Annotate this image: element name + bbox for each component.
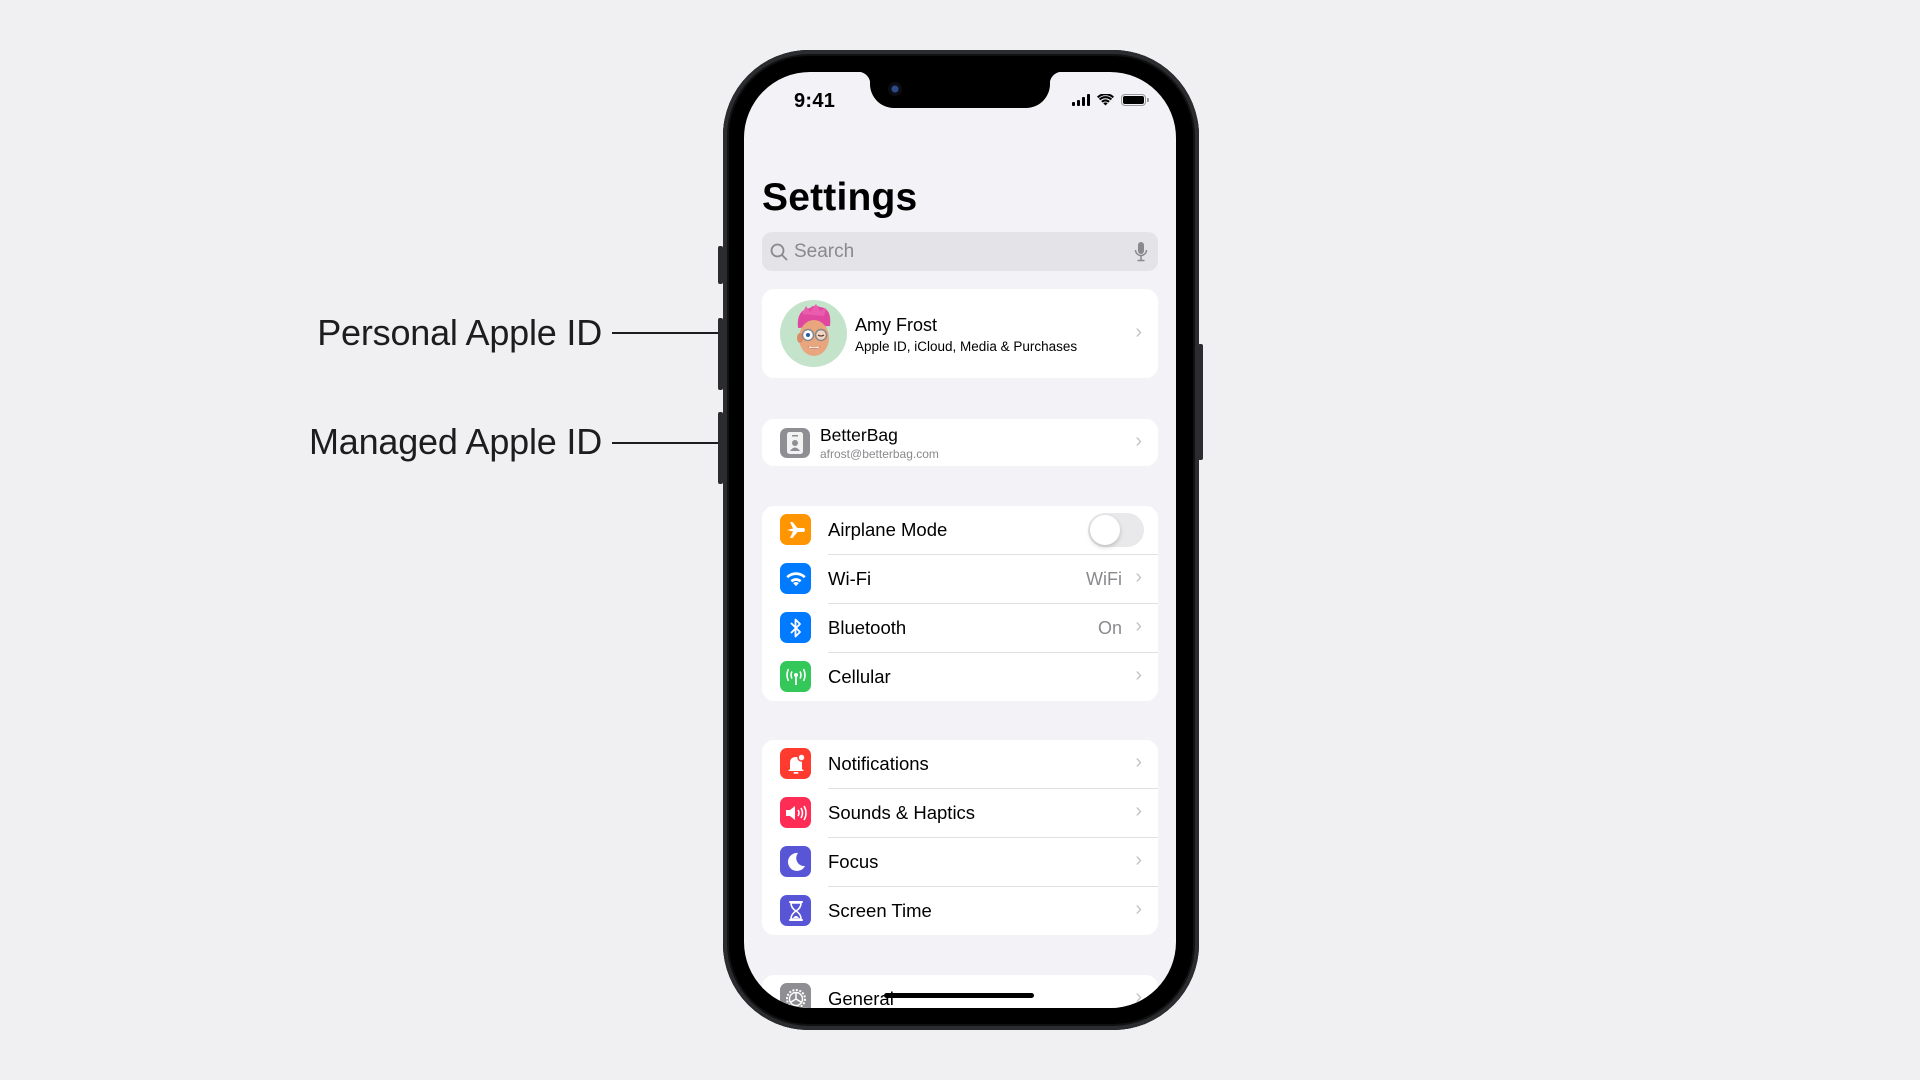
settings-row-wifi[interactable]: Wi-Fi WiFi › — [762, 555, 1158, 604]
microphone-icon[interactable] — [1134, 241, 1148, 262]
settings-row-sounds-haptics[interactable]: Sounds & Haptics › — [762, 789, 1158, 838]
profile-name: Amy Frost — [855, 315, 938, 335]
speaker-icon — [780, 797, 811, 828]
settings-row-airplane-mode[interactable]: Airplane Mode — [762, 506, 1158, 555]
settings-row-cellular[interactable]: Cellular › — [762, 653, 1158, 701]
chevron-right-icon: › — [1135, 664, 1142, 686]
row-label: Notifications — [828, 753, 929, 774]
cellular-antenna-icon — [780, 661, 811, 692]
connectivity-group: Airplane Mode Wi-Fi WiFi › Bluetooth On … — [762, 506, 1158, 701]
wifi-network-value: WiFi — [1086, 569, 1122, 589]
row-label: Screen Time — [828, 900, 932, 921]
settings-row-general[interactable]: General › — [762, 975, 1158, 1008]
settings-row-notifications[interactable]: Notifications › — [762, 740, 1158, 789]
apple-id-profile-row[interactable]: Amy Frost Apple ID, iCloud, Media & Purc… — [762, 289, 1158, 378]
cellular-signal-icon — [1072, 94, 1090, 106]
phone-screen: 9:41 Settings Search Amy Frost Apple ID,… — [744, 72, 1176, 1008]
bell-icon — [780, 748, 811, 779]
wifi-icon — [1097, 94, 1114, 106]
front-camera — [888, 82, 902, 96]
notch — [858, 72, 1062, 108]
moon-icon — [780, 846, 811, 877]
status-time: 9:41 — [794, 90, 836, 112]
callout-personal-apple-id: Personal Apple ID — [317, 312, 602, 353]
managed-apple-id-row[interactable]: BetterBag afrost@betterbag.com › — [762, 419, 1158, 466]
chevron-right-icon: › — [1135, 321, 1142, 343]
status-icons — [1072, 94, 1149, 106]
chevron-right-icon: › — [1135, 986, 1142, 1008]
memoji-avatar — [780, 300, 847, 367]
profile-subtitle: Apple ID, iCloud, Media & Purchases — [855, 339, 1078, 354]
id-badge-icon — [780, 428, 810, 458]
settings-row-screen-time[interactable]: Screen Time › — [762, 887, 1158, 935]
notifications-group: Notifications › Sounds & Haptics › Focus… — [762, 740, 1158, 935]
row-label: Wi-Fi — [828, 568, 872, 589]
chevron-right-icon: › — [1135, 849, 1142, 871]
gear-icon — [780, 983, 811, 1008]
row-label: Bluetooth — [828, 617, 907, 638]
bluetooth-icon — [780, 612, 811, 643]
managed-account-name: BetterBag — [820, 425, 898, 445]
row-label: Focus — [828, 851, 879, 872]
search-placeholder: Search — [794, 240, 855, 262]
chevron-right-icon: › — [1135, 566, 1142, 588]
settings-row-focus[interactable]: Focus › — [762, 838, 1158, 887]
callout-managed-apple-id: Managed Apple ID — [308, 421, 602, 462]
chevron-right-icon: › — [1135, 615, 1142, 637]
row-label: Sounds & Haptics — [828, 802, 976, 823]
chevron-right-icon: › — [1135, 800, 1142, 822]
bluetooth-status-value: On — [1097, 618, 1122, 638]
chevron-right-icon: › — [1135, 751, 1142, 773]
search-icon — [770, 243, 788, 261]
row-label: Airplane Mode — [828, 519, 948, 540]
row-label: General — [828, 988, 894, 1008]
hourglass-icon — [780, 895, 811, 926]
row-label: Cellular — [828, 666, 891, 687]
battery-icon — [1121, 94, 1149, 106]
airplane-mode-toggle[interactable] — [1088, 513, 1144, 547]
wifi-icon — [780, 563, 811, 594]
settings-row-bluetooth[interactable]: Bluetooth On › — [762, 604, 1158, 653]
general-group: General › — [762, 975, 1158, 1008]
page-title: Settings — [762, 176, 918, 219]
chevron-right-icon: › — [1135, 898, 1142, 920]
chevron-right-icon: › — [1135, 430, 1142, 452]
airplane-icon — [780, 514, 811, 545]
search-input[interactable]: Search — [762, 232, 1158, 271]
managed-account-email: afrost@betterbag.com — [820, 447, 939, 461]
home-indicator[interactable] — [884, 993, 1034, 998]
